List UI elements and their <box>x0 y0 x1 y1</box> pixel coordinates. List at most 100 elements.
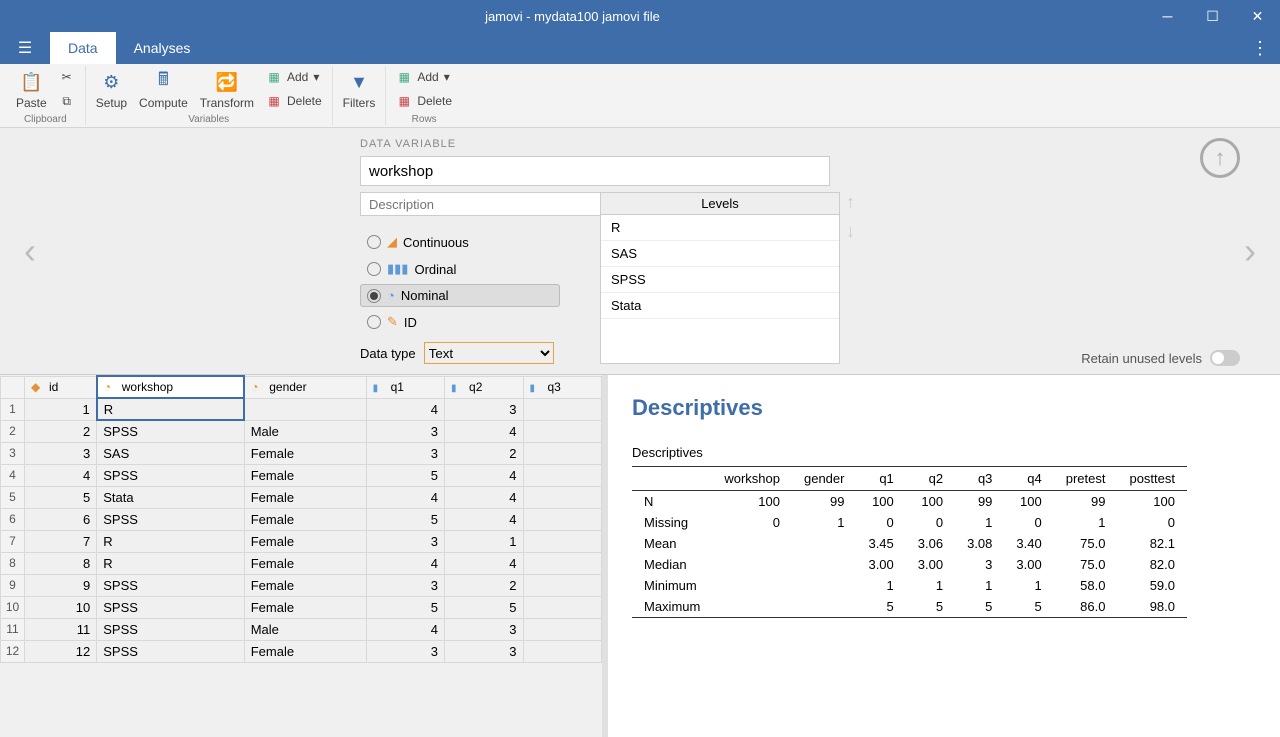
cell[interactable]: SPSS <box>97 596 244 618</box>
cell[interactable] <box>244 398 366 420</box>
data-type-select[interactable]: Text <box>424 342 554 364</box>
row-header[interactable]: 9 <box>1 574 25 596</box>
column-header[interactable]: q2 <box>445 376 523 398</box>
compute-button[interactable]: 🖩Compute <box>139 66 188 110</box>
tab-analyses[interactable]: Analyses <box>116 32 209 64</box>
variable-name-input[interactable] <box>360 156 830 186</box>
row-header[interactable]: 3 <box>1 442 25 464</box>
level-up-button[interactable]: ↑ <box>846 192 855 213</box>
cell[interactable] <box>523 618 602 640</box>
cell[interactable]: 3 <box>445 640 523 662</box>
cell[interactable]: 4 <box>366 618 444 640</box>
cell[interactable]: Female <box>244 464 366 486</box>
row-header[interactable]: 8 <box>1 552 25 574</box>
cell[interactable]: SPSS <box>97 574 244 596</box>
column-header[interactable]: q3 <box>523 376 602 398</box>
column-header[interactable]: q1 <box>366 376 444 398</box>
type-nominal[interactable]: ◔Nominal <box>360 284 560 307</box>
cell[interactable] <box>523 486 602 508</box>
retain-levels-toggle[interactable] <box>1210 350 1240 366</box>
cell[interactable]: 5 <box>366 596 444 618</box>
cell[interactable]: SAS <box>97 442 244 464</box>
cell[interactable] <box>523 574 602 596</box>
cell[interactable]: Female <box>244 552 366 574</box>
column-header[interactable]: gender <box>244 376 366 398</box>
cell[interactable]: 11 <box>25 618 97 640</box>
cell[interactable]: Stata <box>97 486 244 508</box>
cell[interactable]: SPSS <box>97 420 244 442</box>
hamburger-icon[interactable]: ☰ <box>0 32 50 64</box>
paste-button[interactable]: 📋 Paste <box>16 66 47 110</box>
cell[interactable]: 4 <box>445 552 523 574</box>
cell[interactable]: 6 <box>25 508 97 530</box>
variables-add-button[interactable]: ▦Add ▾ <box>266 66 322 88</box>
cell[interactable]: Female <box>244 442 366 464</box>
level-item[interactable]: R <box>601 215 839 241</box>
data-spreadsheet[interactable]: idworkshopgenderq1q2q311R4322SPSSMale343… <box>0 375 602 737</box>
cell[interactable]: 4 <box>445 464 523 486</box>
cell[interactable]: Female <box>244 574 366 596</box>
cell[interactable]: 3 <box>445 398 523 420</box>
more-menu-icon[interactable]: ⋮ <box>1240 32 1280 64</box>
cell[interactable]: 2 <box>445 574 523 596</box>
type-continuous[interactable]: ◢Continuous <box>360 230 560 254</box>
cell[interactable]: 5 <box>366 508 444 530</box>
minimize-button[interactable]: ─ <box>1145 0 1190 32</box>
cell[interactable]: 5 <box>25 486 97 508</box>
setup-button[interactable]: ⚙Setup <box>96 66 127 110</box>
level-item[interactable]: SAS <box>601 241 839 267</box>
filters-button[interactable]: ▼Filters <box>343 66 376 110</box>
column-header[interactable]: workshop <box>97 376 244 398</box>
copy-button[interactable]: ⧉ <box>59 90 75 112</box>
cell[interactable]: 3 <box>366 420 444 442</box>
cell[interactable] <box>523 552 602 574</box>
row-header[interactable]: 7 <box>1 530 25 552</box>
cell[interactable]: 7 <box>25 530 97 552</box>
cell[interactable]: 3 <box>366 574 444 596</box>
variables-delete-button[interactable]: ▦Delete <box>266 90 322 112</box>
cell[interactable]: Male <box>244 420 366 442</box>
tab-data[interactable]: Data <box>50 32 116 64</box>
cell[interactable] <box>523 640 602 662</box>
cell[interactable]: 2 <box>25 420 97 442</box>
cell[interactable] <box>523 464 602 486</box>
cell[interactable]: 5 <box>445 596 523 618</box>
cell[interactable]: 1 <box>445 530 523 552</box>
cell[interactable]: R <box>97 398 244 420</box>
cell[interactable] <box>523 596 602 618</box>
close-button[interactable]: ✕ <box>1235 0 1280 32</box>
cell[interactable]: 4 <box>366 398 444 420</box>
row-header[interactable]: 6 <box>1 508 25 530</box>
cell[interactable]: 9 <box>25 574 97 596</box>
cell[interactable]: R <box>97 530 244 552</box>
rows-add-button[interactable]: ▦Add ▾ <box>396 66 452 88</box>
cell[interactable]: Female <box>244 530 366 552</box>
cell[interactable]: SPSS <box>97 508 244 530</box>
cell[interactable] <box>523 530 602 552</box>
rows-delete-button[interactable]: ▦Delete <box>396 90 452 112</box>
row-header[interactable]: 4 <box>1 464 25 486</box>
row-header[interactable]: 11 <box>1 618 25 640</box>
maximize-button[interactable]: ☐ <box>1190 0 1235 32</box>
row-header[interactable]: 12 <box>1 640 25 662</box>
cell[interactable]: SPSS <box>97 618 244 640</box>
column-header[interactable]: id <box>25 376 97 398</box>
cell[interactable]: 4 <box>366 552 444 574</box>
cell[interactable] <box>523 420 602 442</box>
collapse-editor-button[interactable]: ↑ <box>1200 138 1240 178</box>
next-variable-arrow[interactable]: › <box>1220 151 1280 351</box>
cell[interactable]: 12 <box>25 640 97 662</box>
type-id[interactable]: ✎ID <box>360 310 560 334</box>
cell[interactable]: Female <box>244 508 366 530</box>
cell[interactable] <box>523 398 602 420</box>
cell[interactable]: 3 <box>366 640 444 662</box>
cut-button[interactable]: ✂ <box>59 66 75 88</box>
cell[interactable]: 3 <box>366 530 444 552</box>
cell[interactable]: SPSS <box>97 640 244 662</box>
cell[interactable] <box>523 442 602 464</box>
level-item[interactable]: SPSS <box>601 267 839 293</box>
cell[interactable]: R <box>97 552 244 574</box>
cell[interactable] <box>523 508 602 530</box>
level-item[interactable]: Stata <box>601 293 839 319</box>
cell[interactable]: 3 <box>445 618 523 640</box>
